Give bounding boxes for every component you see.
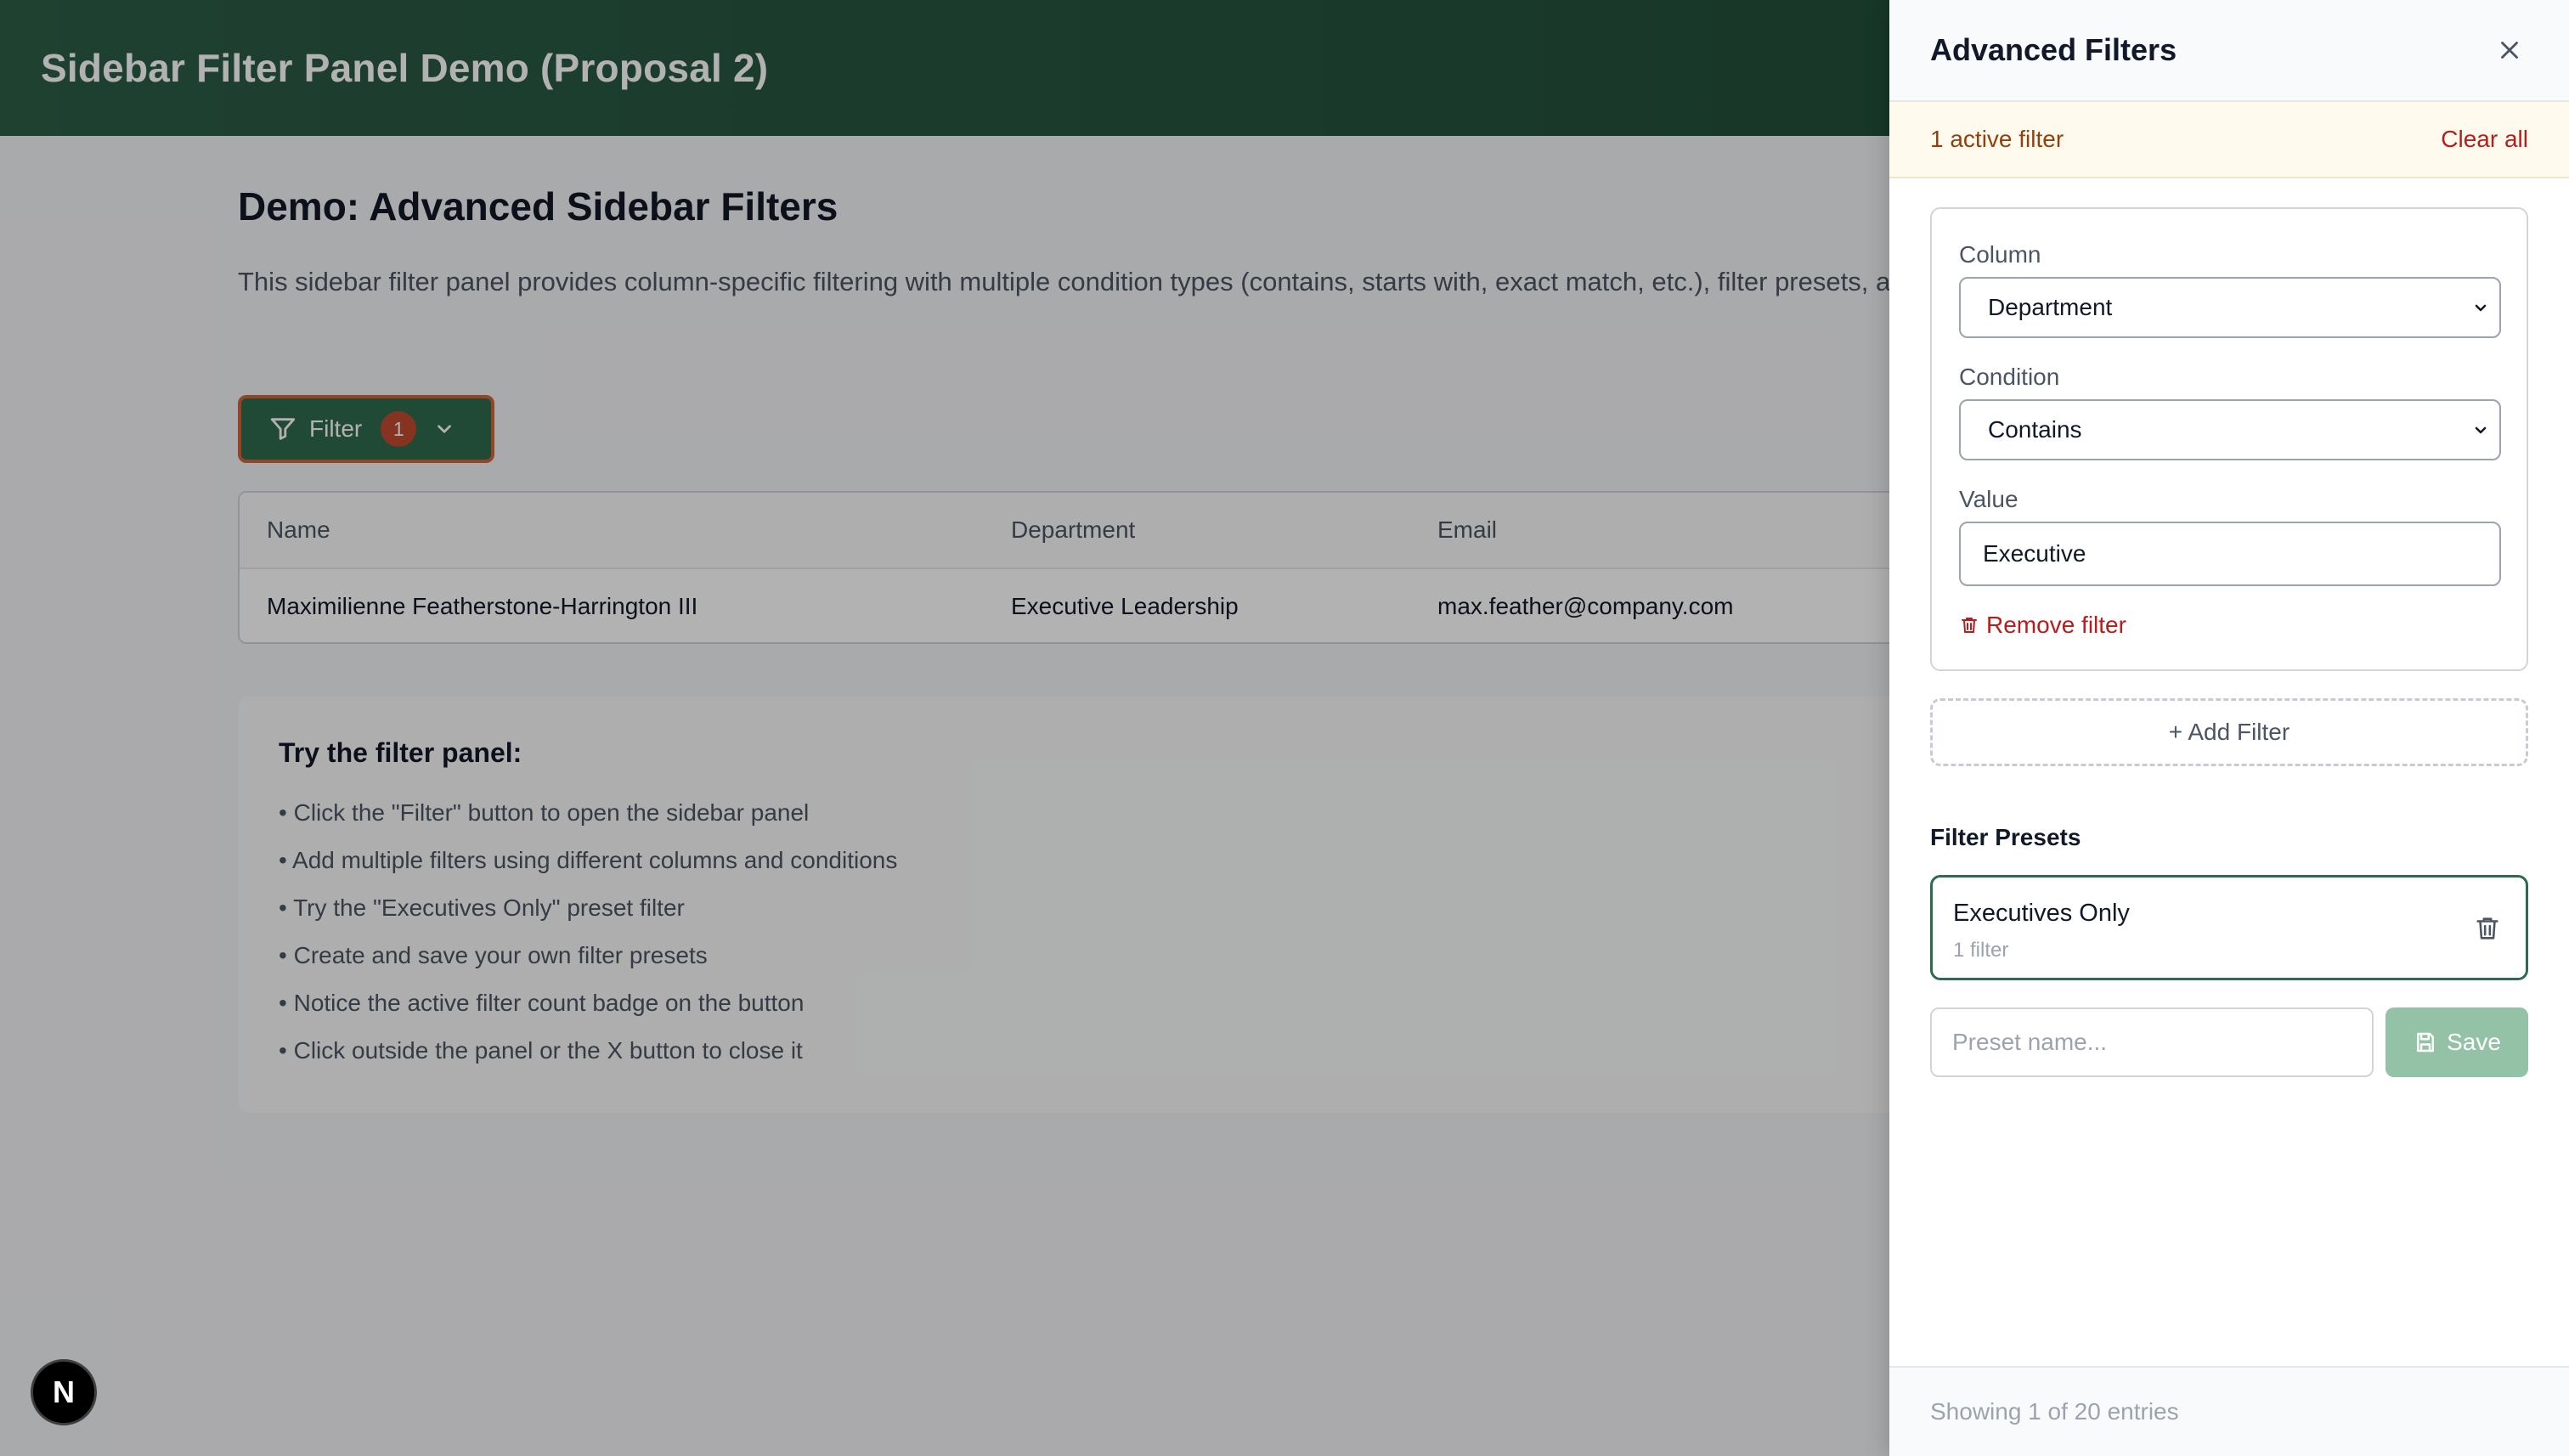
condition-label: Condition xyxy=(1959,364,2060,390)
clear-all-button[interactable]: Clear all xyxy=(2441,126,2528,153)
add-filter-button[interactable]: + Add Filter xyxy=(1930,698,2528,766)
chevron-down-icon xyxy=(2475,304,2487,312)
save-button-label: Save xyxy=(2447,1029,2501,1055)
trash-icon xyxy=(1962,618,1977,633)
filter-presets-title: Filter Presets xyxy=(1930,824,2081,850)
dev-tools-badge[interactable]: N xyxy=(31,1359,97,1425)
preset-name: Executives Only xyxy=(1953,900,2130,927)
remove-filter-label: Remove filter xyxy=(1986,612,2126,638)
active-filter-bar: 1 active filter Clear all xyxy=(1889,102,2569,178)
delete-preset-icon[interactable] xyxy=(2473,913,2502,944)
close-icon xyxy=(2501,42,2518,59)
sidebar-header: Advanced Filters xyxy=(1889,0,2569,102)
column-select-value: Department xyxy=(1988,294,2113,320)
sidebar-title: Advanced Filters xyxy=(1930,32,2177,67)
column-label: Column xyxy=(1959,241,2041,268)
condition-select[interactable]: Contains xyxy=(1959,399,2501,460)
entries-count: Showing 1 of 20 entries xyxy=(1889,1366,2569,1456)
value-input-text: Executive xyxy=(1983,540,2086,567)
close-button[interactable] xyxy=(2491,31,2528,69)
preset-item[interactable]: Executives Only 1 filter xyxy=(1930,875,2528,980)
save-icon xyxy=(2417,1032,2435,1052)
chevron-down-icon xyxy=(2475,426,2487,434)
preset-name-input[interactable]: Preset name... xyxy=(1930,1007,2374,1077)
filter-card: Column Department Condition Contains Val… xyxy=(1930,207,2528,671)
column-select[interactable]: Department xyxy=(1959,277,2501,338)
save-preset-button[interactable]: Save xyxy=(2386,1007,2528,1077)
condition-select-value: Contains xyxy=(1988,416,2082,443)
preset-filter-count: 1 filter xyxy=(1953,939,2009,962)
filter-sidebar: Advanced Filters 1 active filter Clear a… xyxy=(1889,0,2569,1456)
value-input[interactable]: Executive xyxy=(1959,522,2501,586)
active-filter-count: 1 active filter xyxy=(1930,126,2064,152)
remove-filter-button[interactable]: Remove filter xyxy=(1959,612,2126,639)
value-label: Value xyxy=(1959,486,2019,512)
